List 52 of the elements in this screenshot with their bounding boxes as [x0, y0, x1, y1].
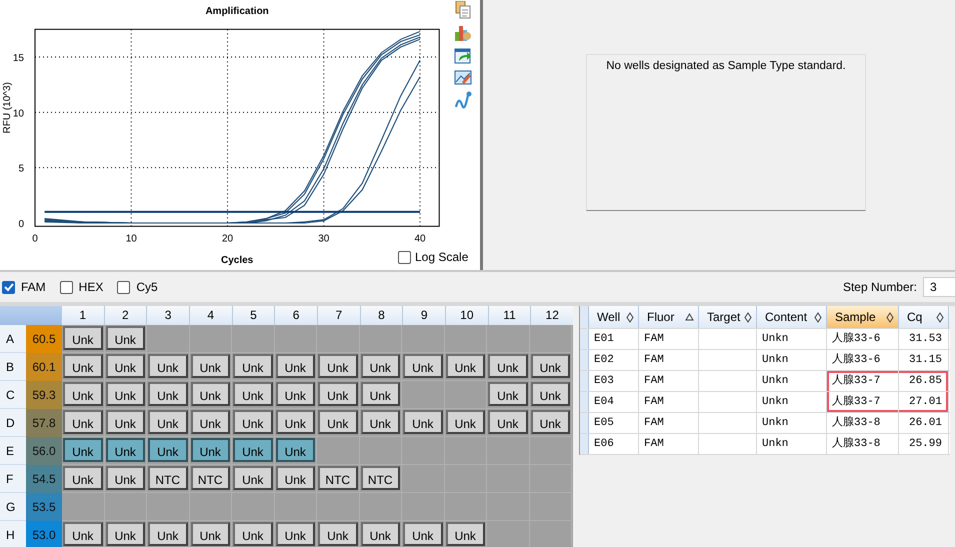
empty-message: No wells designated as Sample Type standard.	[606, 60, 846, 72]
axis-tick-label: 0	[18, 219, 24, 230]
axis-tick-label: 5	[18, 164, 24, 175]
gradient-temperature: 59.3	[26, 381, 62, 409]
table-cell: 人腺33-8	[827, 434, 899, 454]
table-cell: 人腺33-7	[827, 371, 899, 391]
gradient-temperature: 54.5	[26, 465, 62, 493]
axis-label: Cycles	[221, 255, 254, 266]
chart-title: Amplification	[205, 6, 269, 17]
step-number-label: Step Number:	[842, 280, 917, 294]
axis-tick-label: 15	[12, 53, 24, 64]
gradient-temperature: 53.0	[26, 521, 62, 547]
gradient-temperature: 53.5	[26, 493, 62, 521]
gradient-temperature: 60.5	[26, 325, 62, 353]
table-cell: 人腺33-6	[827, 329, 899, 349]
table-cell: 26.85	[899, 371, 949, 391]
table-cell: Unkn	[757, 434, 827, 454]
axis-tick-label: 40	[414, 233, 426, 244]
table-cell: FAM	[639, 434, 699, 454]
gradient-temperature: 56.0	[26, 437, 62, 465]
table-cell: FAM	[639, 371, 699, 391]
table-cell: E05	[589, 413, 639, 433]
table-cell: 27.01	[899, 392, 949, 412]
table-cell: Unkn	[757, 413, 827, 433]
table-cell: 人腺33-6	[827, 350, 899, 370]
table-cell: 25.99	[899, 434, 949, 454]
gradient-temperature: 57.8	[26, 409, 62, 437]
table-cell: Unkn	[757, 329, 827, 349]
table-cell: FAM	[639, 329, 699, 349]
axis-label: RFU (10^3)	[2, 82, 13, 134]
axis-tick-label: 10	[12, 108, 24, 120]
table-cell: FAM	[639, 413, 699, 433]
table-cell: Unkn	[757, 350, 827, 370]
axis-tick-label: 10	[126, 233, 137, 244]
table-cell: E06	[589, 434, 639, 454]
table-cell: E01	[589, 329, 639, 349]
table-cell: Unkn	[757, 371, 827, 391]
axis-tick-label: 0	[32, 233, 38, 244]
table-cell: 31.53	[899, 329, 949, 349]
gradient-temperature: 60.1	[26, 353, 62, 381]
table-cell: 31.15	[899, 350, 949, 370]
table-cell: E02	[589, 350, 639, 370]
table-cell: Unkn	[757, 392, 827, 412]
table-cell: 人腺33-7	[827, 392, 899, 412]
axis-tick-label: 30	[318, 233, 330, 244]
table-cell: FAM	[639, 350, 699, 370]
table-cell: E04	[589, 392, 639, 412]
axis-tick-label: 20	[222, 233, 234, 244]
table-cell: 人腺33-8	[827, 413, 899, 433]
table-cell: E03	[589, 371, 639, 391]
table-cell: FAM	[639, 392, 699, 412]
table-cell: 26.01	[899, 413, 949, 433]
